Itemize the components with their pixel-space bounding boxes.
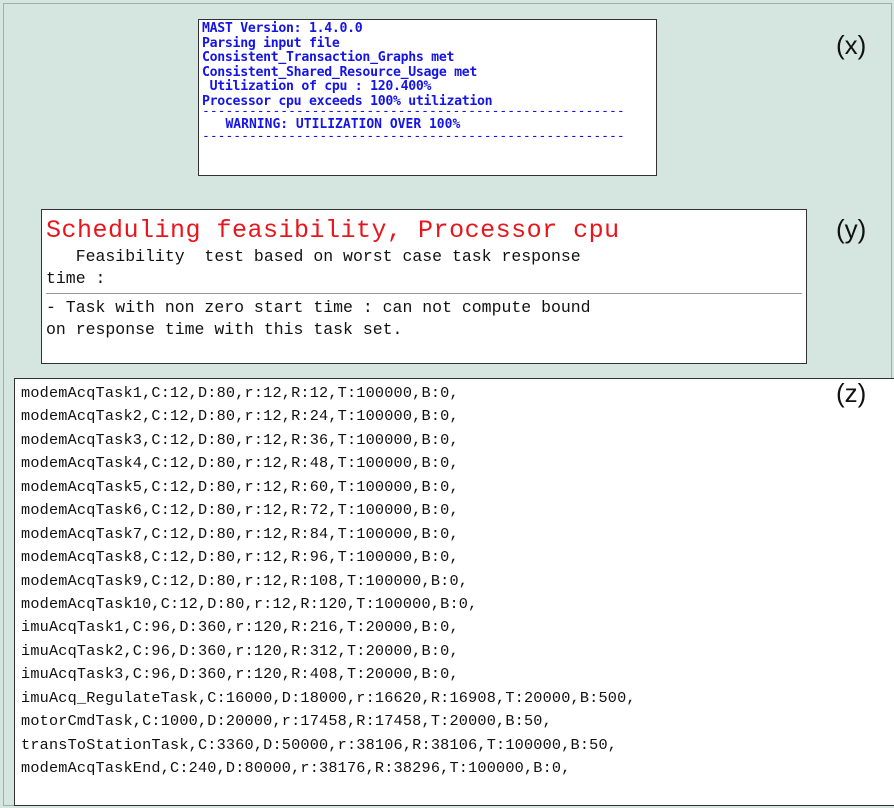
feasibility-result-line: on response time with this task set. bbox=[46, 320, 403, 339]
task-row: modemAcqTask1,C:12,D:80,r:12,R:12,T:1000… bbox=[21, 384, 459, 402]
task-row: transToStationTask,C:3360,D:50000,r:3810… bbox=[21, 735, 618, 754]
label-y: (y) bbox=[836, 214, 867, 244]
mast-line: Parsing input file bbox=[202, 35, 340, 51]
feasibility-divider bbox=[46, 293, 802, 294]
mast-line: Utilization of cpu : 120.400% bbox=[202, 79, 432, 94]
mast-line: Consistent_Shared_Resource_Usage met bbox=[202, 64, 478, 80]
task-row: imuAcq_RegulateTask,C:16000,D:18000,r:16… bbox=[21, 688, 636, 707]
task-list-panel: modemAcqTask1,C:12,D:80,r:12,R:12,T:1000… bbox=[14, 378, 894, 806]
feasibility-result-line: - Task with non zero start time : can no… bbox=[46, 298, 591, 317]
task-row: modemAcqTask4,C:12,D:80,r:12,R:48,T:1000… bbox=[21, 454, 459, 473]
feasibility-test-line: time : bbox=[46, 269, 106, 288]
mast-line: Consistent_Transaction_Graphs met bbox=[202, 50, 455, 65]
task-row: modemAcqTask8,C:12,D:80,r:12,R:96,T:1000… bbox=[21, 548, 459, 567]
task-row: modemAcqTask7,C:12,D:80,r:12,R:84,T:1000… bbox=[21, 524, 459, 543]
task-row: modemAcqTask2,C:12,D:80,r:12,R:24,T:1000… bbox=[21, 407, 459, 426]
feasibility-test-line: Feasibility test based on worst case tas… bbox=[46, 247, 581, 266]
feasibility-title: Scheduling feasibility, Processor cpu bbox=[46, 216, 620, 245]
task-row: imuAcqTask1,C:96,D:360,r:120,R:216,T:200… bbox=[21, 618, 459, 637]
task-row: modemAcqTask10,C:12,D:80,r:12,R:120,T:10… bbox=[21, 594, 478, 613]
label-x: (x) bbox=[836, 30, 867, 60]
mast-line: Processor cpu exceeds 100% utilization bbox=[202, 93, 493, 109]
mast-output-panel: MAST Version: 1.4.0.0 Parsing input file… bbox=[198, 19, 657, 176]
mast-warning: WARNING: UTILIZATION OVER 100% bbox=[202, 117, 461, 132]
mast-separator-bottom: ----------------------------------------… bbox=[202, 134, 656, 141]
task-row: modemAcqTask6,C:12,D:80,r:12,R:72,T:1000… bbox=[21, 501, 459, 520]
task-row: imuAcqTask3,C:96,D:360,r:120,R:408,T:200… bbox=[21, 665, 459, 684]
task-row: modemAcqTask9,C:12,D:80,r:12,R:108,T:100… bbox=[21, 571, 469, 590]
feasibility-panel: Scheduling feasibility, Processor cpu Fe… bbox=[41, 209, 807, 364]
task-row: modemAcqTask5,C:12,D:80,r:12,R:60,T:1000… bbox=[21, 477, 459, 496]
mast-line: MAST Version: 1.4.0.0 bbox=[202, 21, 363, 36]
label-z: (z) bbox=[836, 378, 867, 408]
mast-separator-top: ----------------------------------------… bbox=[202, 109, 656, 116]
task-row: motorCmdTask,C:1000,D:20000,r:17458,R:17… bbox=[21, 712, 552, 731]
task-row: modemAcqTask3,C:12,D:80,r:12,R:36,T:1000… bbox=[21, 430, 459, 449]
task-row: imuAcqTask2,C:96,D:360,r:120,R:312,T:200… bbox=[21, 641, 459, 660]
task-row: modemAcqTaskEnd,C:240,D:80000,r:38176,R:… bbox=[21, 759, 571, 777]
